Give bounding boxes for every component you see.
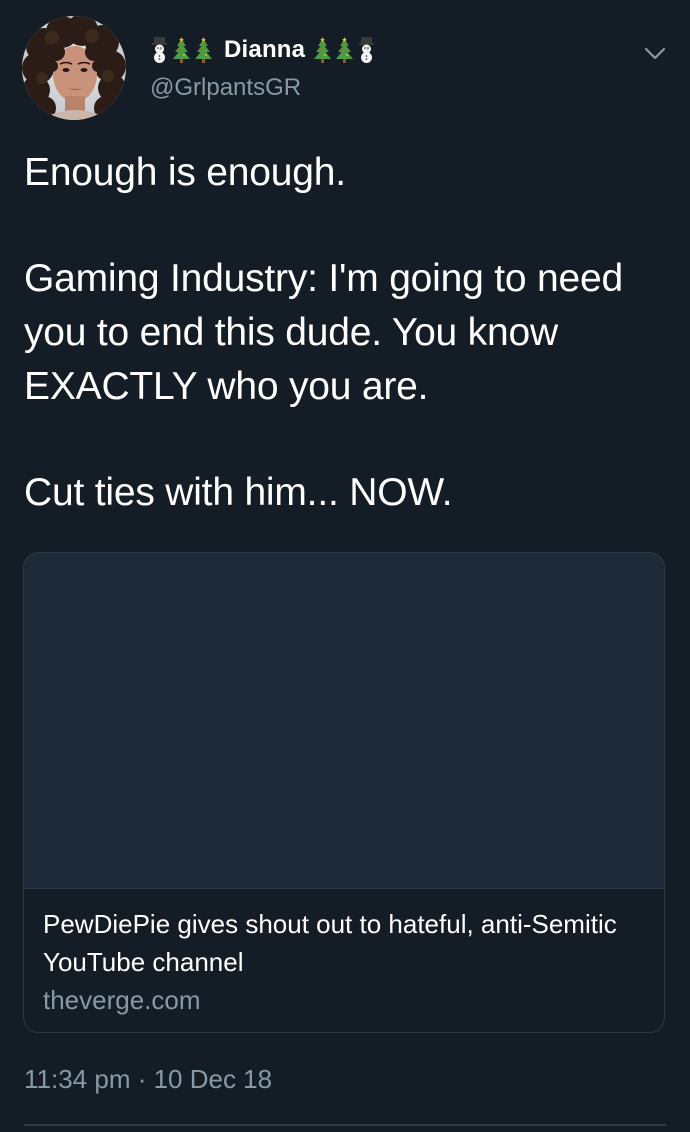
avatar[interactable] bbox=[22, 16, 126, 120]
avatar-image bbox=[22, 16, 126, 120]
tweet-text-line: Gaming Industry: I'm going to need you t… bbox=[24, 257, 623, 408]
tweet[interactable]: Dianna @GrlpantsGR Enough is enough. Gam… bbox=[0, 0, 690, 1132]
divider bbox=[24, 1124, 666, 1126]
christmas-tree-icon bbox=[313, 37, 332, 63]
link-card-title[interactable]: PewDiePie gives shout out to hateful, an… bbox=[43, 905, 643, 981]
christmas-tree-icon bbox=[335, 37, 354, 63]
tweet-header: Dianna @GrlpantsGR bbox=[22, 16, 668, 120]
author-display-name[interactable]: Dianna bbox=[224, 36, 305, 64]
christmas-tree-icon bbox=[194, 37, 213, 63]
link-card-domain: theverge.com bbox=[43, 985, 201, 1015]
tweet-text: Enough is enough. Gaming Industry: I'm g… bbox=[24, 146, 664, 520]
chevron-down-icon[interactable] bbox=[643, 46, 667, 62]
snowman-icon bbox=[150, 37, 169, 63]
tweet-text-line: Enough is enough. bbox=[24, 151, 346, 194]
tweet-text-line: Cut ties with him... NOW. bbox=[24, 471, 453, 514]
christmas-tree-icon bbox=[172, 37, 191, 63]
tweet-timestamp[interactable]: 11:34 pm · 10 Dec 18 bbox=[24, 1064, 272, 1095]
link-card[interactable]: PewDiePie gives shout out to hateful, an… bbox=[23, 552, 665, 1033]
snowman-icon bbox=[357, 37, 376, 63]
link-card-image[interactable] bbox=[24, 553, 664, 889]
author-handle[interactable]: @GrlpantsGR bbox=[150, 74, 301, 102]
author-name-row[interactable]: Dianna bbox=[150, 34, 379, 66]
